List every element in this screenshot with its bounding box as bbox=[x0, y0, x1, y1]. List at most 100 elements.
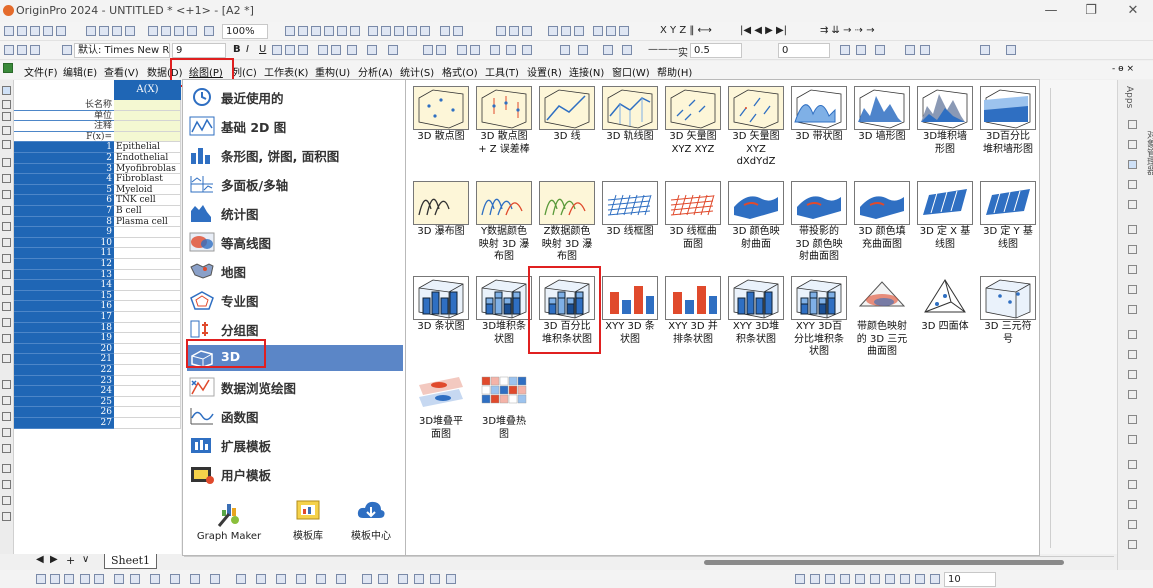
data-cell[interactable] bbox=[114, 396, 181, 408]
stock-plot-icon[interactable] bbox=[414, 574, 424, 584]
sheet-next-button[interactable]: ▶ bbox=[50, 554, 58, 565]
plot-type-item[interactable]: 3D 散点图 bbox=[410, 84, 472, 176]
arrow-tool-icon[interactable] bbox=[2, 238, 11, 247]
plot-type-item[interactable]: 带投影的 3D 颜色映 射曲面图 bbox=[788, 179, 850, 271]
data-cell[interactable] bbox=[114, 259, 181, 270]
row-number[interactable]: 18 bbox=[14, 322, 114, 334]
row-number[interactable]: 4 bbox=[14, 174, 114, 185]
pattern-fill-icon[interactable] bbox=[795, 574, 805, 584]
menu-column[interactable]: 列(C) bbox=[232, 64, 257, 79]
fill-pattern-icon[interactable] bbox=[855, 574, 865, 584]
row-number[interactable]: 21 bbox=[14, 354, 114, 365]
meta-cell[interactable] bbox=[114, 100, 181, 111]
object-list-icon[interactable] bbox=[1128, 180, 1137, 189]
add-sheet-button[interactable]: + bbox=[66, 554, 75, 567]
data-cell[interactable]: Endothelial bbox=[114, 153, 181, 164]
new-notes-icon[interactable] bbox=[56, 26, 66, 36]
data-cell[interactable] bbox=[114, 227, 181, 238]
layer-icon[interactable] bbox=[920, 45, 930, 55]
symbol-size-field[interactable]: 10 bbox=[944, 572, 996, 587]
data-cell[interactable]: Epithelial bbox=[114, 142, 181, 153]
data-cell[interactable] bbox=[114, 365, 181, 376]
statistics-icon[interactable] bbox=[522, 26, 532, 36]
plot-type-item[interactable]: 3D堆叠热图 bbox=[473, 369, 535, 461]
align-right-icon[interactable] bbox=[1128, 265, 1137, 274]
image-plot-icon[interactable] bbox=[378, 574, 388, 584]
menu-view[interactable]: 查看(V) bbox=[104, 64, 139, 79]
show-icon[interactable] bbox=[1128, 520, 1137, 529]
style-icon[interactable] bbox=[522, 45, 532, 55]
vector-plot-icon[interactable] bbox=[398, 574, 408, 584]
sparkline-icon[interactable] bbox=[470, 45, 480, 55]
new-project-icon[interactable] bbox=[4, 26, 14, 36]
3d-scatter-icon[interactable] bbox=[256, 574, 266, 584]
filter-icon[interactable] bbox=[593, 26, 603, 36]
open-template-icon[interactable] bbox=[99, 26, 109, 36]
gradient-fill-icon[interactable] bbox=[840, 45, 850, 55]
row-number[interactable]: 11 bbox=[14, 248, 114, 259]
line-width-select[interactable]: 0.5 bbox=[690, 43, 742, 58]
plot-type-item[interactable]: 3D 墙形图 bbox=[851, 84, 913, 176]
link-icon[interactable] bbox=[1128, 540, 1137, 549]
image-tool-icon[interactable] bbox=[2, 222, 11, 231]
export-icon[interactable] bbox=[174, 26, 184, 36]
scatter-plot-icon[interactable] bbox=[50, 574, 60, 584]
hide-icon[interactable] bbox=[1128, 500, 1137, 509]
line-style-preview[interactable]: ——— bbox=[648, 44, 678, 55]
plot-type-item[interactable]: 带颜色映射的 3D 三元 曲面图 bbox=[851, 274, 913, 366]
grid-tool-icon[interactable] bbox=[2, 512, 11, 521]
color-tool-icon[interactable] bbox=[2, 464, 11, 473]
row-number[interactable]: 16 bbox=[14, 301, 114, 312]
sort-icon[interactable] bbox=[509, 26, 519, 36]
add-row-icon[interactable] bbox=[453, 26, 463, 36]
swap-columns-icon[interactable]: ⇉ ⇊ → ⇢ → bbox=[820, 25, 875, 36]
grid-icon[interactable] bbox=[875, 45, 885, 55]
data-cell[interactable] bbox=[114, 333, 181, 344]
plot-category-item[interactable]: 条形图, 饼图, 面积图 bbox=[187, 142, 403, 168]
object-manager-tab[interactable]: 对象管理器 bbox=[1144, 130, 1153, 175]
plot-type-item[interactable]: 3D 四面体 bbox=[914, 274, 976, 366]
data-cell[interactable] bbox=[114, 269, 181, 281]
bold-button[interactable]: B bbox=[233, 44, 241, 55]
plot-type-item[interactable]: 3D 定 Y 基线图 bbox=[977, 179, 1039, 271]
sheet-prev-button[interactable]: ◀ bbox=[36, 554, 44, 565]
ellipse-tool-icon[interactable] bbox=[2, 286, 11, 295]
meta-cell[interactable] bbox=[114, 121, 181, 132]
data-connector-icon[interactable] bbox=[381, 26, 391, 36]
mask-tool-icon[interactable] bbox=[2, 174, 11, 183]
border-width-icon[interactable] bbox=[885, 574, 895, 584]
font-name-select[interactable]: 默认: Times New R bbox=[74, 43, 170, 58]
plot-type-item[interactable]: XYY 3D堆 积条状图 bbox=[725, 274, 787, 366]
flip-icon[interactable] bbox=[1128, 435, 1137, 444]
plot-type-item[interactable]: Z数据颜色 映射 3D 瀑布图 bbox=[536, 179, 598, 271]
plot-category-item[interactable]: 等高线图 bbox=[187, 229, 403, 255]
heatmap-plot-icon[interactable] bbox=[210, 574, 220, 584]
matrix-plot-icon[interactable] bbox=[362, 574, 372, 584]
font-style-icon[interactable] bbox=[62, 45, 72, 55]
frame-icon[interactable] bbox=[905, 45, 915, 55]
row-number[interactable]: 25 bbox=[14, 396, 114, 408]
greek-icon[interactable] bbox=[298, 45, 308, 55]
anchor-tool-icon[interactable] bbox=[2, 480, 11, 489]
menu-connect[interactable]: 连接(N) bbox=[569, 64, 604, 79]
fill-color-cells-icon[interactable] bbox=[436, 45, 446, 55]
send-back-icon[interactable] bbox=[1128, 390, 1137, 399]
plot-type-item[interactable]: Y数据颜色 映射 3D 瀑布图 bbox=[473, 179, 535, 271]
data-cell[interactable] bbox=[114, 386, 181, 397]
row-number[interactable]: 14 bbox=[14, 280, 114, 291]
zoom-out-icon[interactable] bbox=[2, 112, 11, 121]
plot-type-item[interactable]: 3D堆积条 状图 bbox=[473, 274, 535, 366]
align-center-icon[interactable] bbox=[1128, 245, 1137, 254]
row-number[interactable]: 19 bbox=[14, 333, 114, 344]
import-wizard-icon[interactable] bbox=[407, 26, 417, 36]
scroll-icon[interactable] bbox=[2, 126, 11, 135]
script-window-icon[interactable] bbox=[337, 26, 347, 36]
rect-tool-icon[interactable] bbox=[2, 270, 11, 279]
plot-type-item[interactable]: 3D 线框曲 面图 bbox=[662, 179, 724, 271]
contour-plot-icon[interactable] bbox=[190, 574, 200, 584]
data-cell[interactable] bbox=[114, 322, 181, 334]
unlock-icon[interactable] bbox=[1128, 480, 1137, 489]
box-plot-icon[interactable] bbox=[150, 574, 160, 584]
row-number[interactable]: 23 bbox=[14, 375, 114, 387]
project-explorer-icon[interactable] bbox=[324, 26, 334, 36]
